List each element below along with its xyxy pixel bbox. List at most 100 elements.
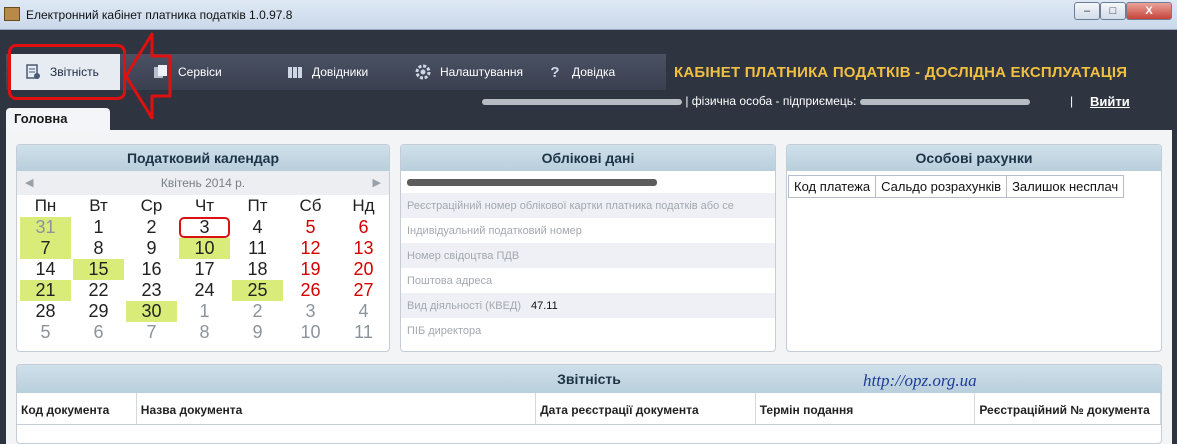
account-row-label: Індивідуальний податковий номер bbox=[407, 224, 582, 237]
prev-month-icon[interactable]: ◀ bbox=[25, 176, 33, 189]
calendar-day[interactable]: 8 bbox=[179, 322, 230, 343]
annotation-arrow-icon bbox=[124, 32, 172, 120]
app-icon bbox=[4, 7, 20, 21]
calendar-weekday: Ср bbox=[140, 196, 163, 215]
calendar-day[interactable]: 7 bbox=[126, 322, 177, 343]
table-header-cell[interactable]: Код документа bbox=[17, 393, 137, 424]
calendar-day[interactable]: 5 bbox=[20, 322, 71, 343]
table-header-cell[interactable]: Реєстраційний № документа bbox=[975, 393, 1161, 424]
calendar-day[interactable]: 4 bbox=[338, 301, 389, 322]
logout-link[interactable]: Вийти bbox=[1090, 94, 1130, 109]
calendar-day[interactable]: 19 bbox=[285, 259, 336, 280]
redacted-text bbox=[859, 98, 1030, 105]
calendar-day[interactable]: 7 bbox=[20, 238, 71, 259]
calendar-day[interactable]: 11 bbox=[338, 322, 389, 343]
user-info: | фізична особа - підприємець: bbox=[482, 94, 1030, 108]
reports-table-header: Код документа Назва документа Дата реєстра… bbox=[17, 393, 1161, 425]
calendar-day[interactable]: 30 bbox=[126, 301, 177, 322]
account-row: Номер свідоцтва ПДВ bbox=[401, 243, 775, 268]
panel-title: Облікові дані bbox=[401, 145, 775, 171]
calendar-day[interactable]: 6 bbox=[338, 217, 389, 238]
calendar-day[interactable]: 22 bbox=[73, 280, 124, 301]
calendar-day[interactable]: 10 bbox=[179, 238, 230, 259]
reports-panel: Звітність http://opz.org.ua Код документ… bbox=[16, 364, 1162, 444]
table-header-cell[interactable]: Назва документа bbox=[137, 393, 537, 424]
reports-title: Звітність bbox=[557, 371, 621, 387]
directories-icon bbox=[286, 63, 304, 81]
account-row: Індивідуальний податковий номер bbox=[401, 218, 775, 243]
calendar-day[interactable]: 16 bbox=[126, 259, 177, 280]
calendar-day[interactable]: 9 bbox=[126, 238, 177, 259]
calendar-day[interactable]: 29 bbox=[73, 301, 124, 322]
calendar-day[interactable]: 5 bbox=[285, 217, 336, 238]
main-content: Податковий календар ◀ Квітень 2014 р. ▶ … bbox=[6, 130, 1172, 444]
next-month-icon[interactable]: ▶ bbox=[373, 176, 381, 189]
nav-item-settings[interactable]: Налаштування bbox=[414, 54, 523, 90]
redacted-text bbox=[482, 98, 682, 105]
calendar-day[interactable]: 17 bbox=[179, 259, 230, 280]
minimize-button[interactable]: – bbox=[1074, 2, 1100, 20]
tab-home[interactable]: Головна bbox=[6, 108, 110, 130]
calendar-day[interactable]: 26 bbox=[285, 280, 336, 301]
calendar-day[interactable]: 10 bbox=[285, 322, 336, 343]
nav-item-directories[interactable]: Довідники bbox=[286, 54, 368, 90]
calendar-day[interactable]: 12 bbox=[285, 238, 336, 259]
calendar-day[interactable]: 2 bbox=[232, 301, 283, 322]
account-row-label: Реєстраційний номер облікової картки пла… bbox=[407, 199, 734, 212]
calendar-weekday: Сб bbox=[299, 196, 322, 215]
panel-title: Податковий календар bbox=[17, 145, 389, 171]
calendar-day[interactable]: 3 bbox=[285, 301, 336, 322]
account-rows: Реєстраційний номер облікової картки пла… bbox=[401, 193, 775, 343]
account-row: Поштова адреса bbox=[401, 268, 775, 293]
calendar-day[interactable]: 15 bbox=[73, 259, 124, 280]
calendar-weekday: Пн bbox=[34, 196, 57, 215]
calendar-day[interactable]: 21 bbox=[20, 280, 71, 301]
calendar-day[interactable]: 2 bbox=[126, 217, 177, 238]
redacted-text bbox=[407, 179, 657, 187]
nav-item-label: Сервіси bbox=[178, 65, 222, 79]
table-header-cell[interactable]: Термін подання bbox=[756, 393, 976, 424]
user-type: | фізична особа - підприємець: bbox=[685, 94, 857, 108]
calendar-day[interactable]: 28 bbox=[20, 301, 71, 322]
table-header-cell[interactable]: Код платежа bbox=[787, 175, 877, 198]
calendar-day[interactable]: 1 bbox=[179, 301, 230, 322]
account-row: Вид діяльності (КВЕД) 47.11 bbox=[401, 293, 775, 318]
calendar-day-today[interactable]: 3 bbox=[179, 217, 230, 238]
nav-item-label: Довідники bbox=[312, 65, 369, 79]
table-header-cell[interactable]: Дата реєстрації документа bbox=[536, 393, 756, 424]
account-row: Реєстраційний номер облікової картки пла… bbox=[401, 193, 775, 218]
calendar-day[interactable]: 18 bbox=[232, 259, 283, 280]
calendar-weekday: Пт bbox=[247, 196, 268, 215]
calendar-day[interactable]: 8 bbox=[73, 238, 124, 259]
window-titlebar: Електронний кабінет платника податків 1.… bbox=[0, 0, 1177, 30]
calendar-day[interactable]: 27 bbox=[338, 280, 389, 301]
calendar-day[interactable]: 13 bbox=[338, 238, 389, 259]
table-header-cell[interactable]: Сальдо розрахунків bbox=[875, 175, 1008, 198]
account-name bbox=[401, 171, 775, 193]
calendar-day[interactable]: 23 bbox=[126, 280, 177, 301]
site-watermark: http://opz.org.ua bbox=[863, 371, 977, 390]
account-row: ПІБ директора bbox=[401, 318, 775, 343]
calendar-day[interactable]: 9 bbox=[232, 322, 283, 343]
calendar-day[interactable]: 25 bbox=[232, 280, 283, 301]
table-header-cell[interactable]: Залишок несплач bbox=[1006, 175, 1125, 198]
nav-item-help[interactable]: ? Довідка bbox=[546, 54, 615, 90]
calendar-day[interactable]: 24 bbox=[179, 280, 230, 301]
calendar-day[interactable]: 20 bbox=[338, 259, 389, 280]
calendar-day[interactable]: 14 bbox=[20, 259, 71, 280]
window-title: Електронний кабінет платника податків 1.… bbox=[26, 8, 293, 22]
maximize-button[interactable]: □ bbox=[1100, 2, 1126, 20]
calendar-day[interactable]: 11 bbox=[232, 238, 283, 259]
help-icon: ? bbox=[550, 63, 560, 81]
calendar-day[interactable]: 31 bbox=[20, 217, 71, 238]
calendar-month-bar: ◀ Квітень 2014 р. ▶ bbox=[17, 171, 389, 195]
app-area: Звітність Сервіси Довідники Налаштування… bbox=[0, 30, 1177, 444]
calendar-weekday: Чт bbox=[194, 196, 215, 215]
calendar-day[interactable]: 1 bbox=[73, 217, 124, 238]
calendar-day[interactable]: 6 bbox=[73, 322, 124, 343]
account-row-label: ПІБ директора bbox=[407, 324, 482, 337]
close-button[interactable]: X bbox=[1126, 2, 1172, 20]
account-row-value: 47.11 bbox=[531, 299, 558, 312]
calendar-weekday: Вт bbox=[89, 196, 108, 215]
calendar-day[interactable]: 4 bbox=[232, 217, 283, 238]
